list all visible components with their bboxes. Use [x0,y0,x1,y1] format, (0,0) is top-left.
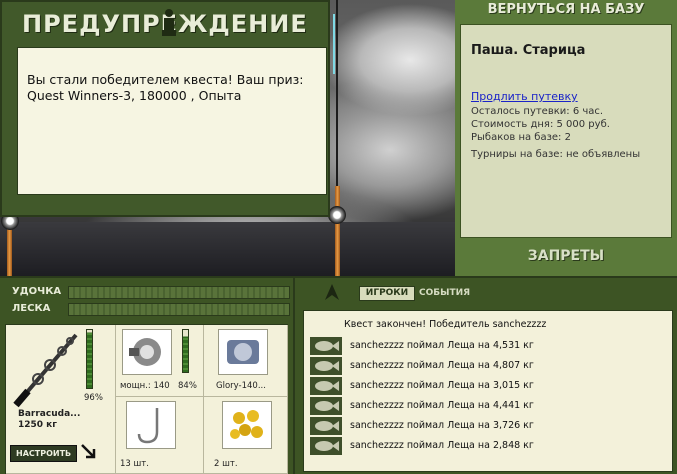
reel-durability-percent: 84% [178,381,197,391]
bait-icon [222,401,272,449]
extend-trip-link[interactable]: Продлить путевку [471,90,661,103]
line-name: Glory-140... [216,381,266,391]
tournaments-status: Турниры на базе: не объявлены [471,149,641,160]
catch-log-text: sanchezzzz поймал Леща на 4,807 кг [350,360,534,371]
base-panel: ВЕРНУТЬСЯ НА БАЗУ Паша. Старица Продлить… [455,0,677,276]
fish-icon [310,357,342,375]
fish-icon [310,417,342,435]
rod-durability-bar [86,329,93,389]
rod-tip [336,0,338,186]
rod-meter: УДОЧКА [8,286,290,300]
dialog-message-line: Вы стали победителем квеста! Ваш приз: [27,72,304,87]
rod-slot[interactable]: 96% Barracuda... 1250 кг НАСТРОИТЬ [6,325,116,474]
fish-icon [310,397,342,415]
reel-slot[interactable]: мощн.: 140 84% [116,325,204,397]
catch-log-text: sanchezzzz поймал Леща на 4,531 кг [350,340,534,351]
reel-icon [122,329,172,375]
hook-count: 13 шт. [120,459,149,469]
reel-power: мощн.: 140 [120,381,170,391]
rod-name: Barracuda... [18,409,81,419]
rod-weight: 1250 кг [18,420,57,430]
bait-slot[interactable]: 2 шт. [204,397,288,474]
reel-durability-bar [182,329,189,373]
time-left: Осталось путевки: 6 час. [471,106,604,117]
back-to-base-button[interactable]: ВЕРНУТЬСЯ НА БАЗУ [455,0,677,22]
events-panel: ИГРОКИ СОБЫТИЯ Квест закончен! Победител… [293,276,677,474]
line-meter: ЛЕСКА [8,303,290,317]
gear-grid: 96% Barracuda... 1250 кг НАСТРОИТЬ мощн.… [5,324,288,474]
day-cost: Стоимость дня: 5 000 руб. [471,119,610,130]
quest-finished-message: Квест закончен! Победитель sanchezzzz [344,319,547,330]
catch-log-text: sanchezzzz поймал Леща на 3,726 кг [350,420,534,431]
rod-durability-percent: 96% [84,393,103,403]
catch-log-text: sanchezzzz поймал Леща на 4,441 кг [350,400,534,411]
fish-icon [310,377,342,395]
gear-panel: УДОЧКА ЛЕСКА 96% Barracuda... 1250 кг НА… [0,276,293,474]
catch-log-row: sanchezzzz поймал Леща на 3,726 кг [310,417,670,435]
catch-log-row: sanchezzzz поймал Леща на 3,015 кг [310,377,670,395]
hook-slot[interactable]: 13 шт. [116,397,204,474]
rod-handle-right [335,186,340,276]
catch-log-text: sanchezzzz поймал Леща на 3,015 кг [350,380,534,391]
line-spool-icon [218,329,268,375]
fish-icon [310,337,342,355]
base-info: Паша. Старица Продлить путевку Осталось … [460,24,672,238]
fishers-count: Рыбаков на базе: 2 [471,132,571,143]
reel-right-icon[interactable] [328,206,346,224]
fisherman-icon [162,9,176,36]
fishing-line [333,14,335,74]
rod-meter-label: УДОЧКА [12,286,62,297]
compass-arrow-icon[interactable] [325,284,339,300]
dialog-message: Вы стали победителем квеста! Ваш приз: Q… [17,47,327,195]
bait-count: 2 шт. [214,459,238,469]
base-name: Паша. Старица [471,43,586,58]
rod-icon [13,333,78,408]
tab-events[interactable]: СОБЫТИЯ [419,286,470,301]
events-log: Квест закончен! Победитель sanchezzzz sa… [303,310,673,472]
line-meter-bar [68,303,290,316]
tab-players[interactable]: ИГРОКИ [359,286,415,301]
fish-icon [310,437,342,455]
line-meter-label: ЛЕСКА [12,303,51,314]
catch-log-text: sanchezzzz поймал Леща на 2,848 кг [350,440,534,451]
hook-icon [126,401,176,449]
warning-dialog: ПРЕДУПРЕЖДЕНИЕ Вы стали победителем квес… [0,0,330,217]
dialog-message-line: Quest Winners-3, 180000 , Опыта [27,88,242,103]
catch-log-row: sanchezzzz поймал Леща на 4,441 кг [310,397,670,415]
rod-meter-bar [68,286,290,299]
rod-handle-left [7,226,12,276]
expand-arrow-icon[interactable] [80,443,98,461]
water-surface [0,222,455,276]
catch-log-row: sanchezzzz поймал Леща на 4,807 кг [310,357,670,375]
bans-button[interactable]: ЗАПРЕТЫ [455,248,677,264]
catch-log-row: sanchezzzz поймал Леща на 4,531 кг [310,337,670,355]
setup-button[interactable]: НАСТРОИТЬ [10,445,78,462]
catch-log-row: sanchezzzz поймал Леща на 2,848 кг [310,437,670,455]
line-slot[interactable]: Glory-140... [204,325,288,397]
